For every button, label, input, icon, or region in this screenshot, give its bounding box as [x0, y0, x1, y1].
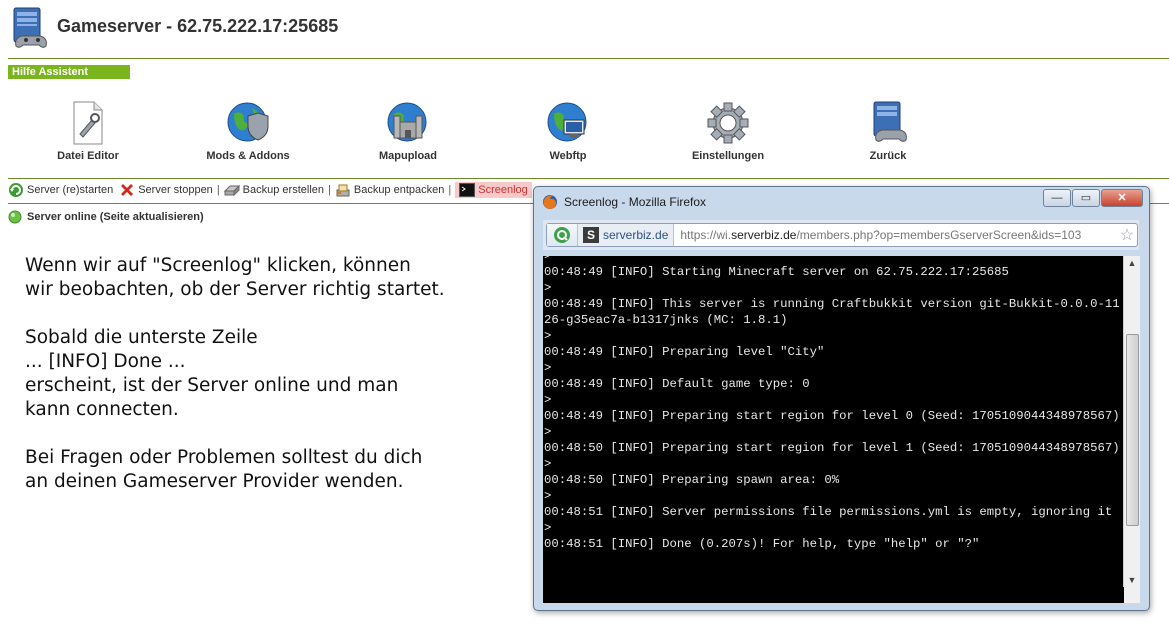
- firefox-icon: [543, 195, 557, 209]
- tool-label: Mods & Addons: [206, 150, 290, 162]
- site-identity[interactable]: S serverbiz.de: [578, 224, 675, 246]
- server-status[interactable]: Server online (Seite aktualisieren): [8, 210, 204, 224]
- site-name: serverbiz.de: [603, 228, 669, 242]
- window-title: Screenlog - Mozilla Firefox: [564, 195, 707, 209]
- screenlog-link[interactable]: Screenlog: [455, 182, 532, 198]
- console-line: >: [544, 521, 552, 535]
- console-line: >: [544, 489, 552, 503]
- tool-file-editor[interactable]: Datei Editor: [28, 100, 148, 162]
- restart-label: Server (re)starten: [27, 184, 114, 196]
- tool-mods-addons[interactable]: Mods & Addons: [188, 100, 308, 162]
- url-field[interactable]: S serverbiz.de https://wi.serverbiz.de/m…: [546, 223, 1138, 247]
- tool-einstellungen[interactable]: Einstellungen: [668, 100, 788, 162]
- screenlog-browser-window: Screenlog - Mozilla Firefox — ▭ ✕ S serv…: [533, 186, 1150, 611]
- close-button[interactable]: ✕: [1101, 189, 1143, 207]
- backup-unpack-icon: [336, 184, 350, 197]
- console-line: 00:48:51 [INFO] Server permissions file …: [544, 505, 1113, 519]
- restart-icon: [9, 183, 23, 197]
- help-assistant-link[interactable]: Hilfe Assistent: [8, 65, 130, 79]
- tool-label: Mapupload: [378, 150, 438, 162]
- gameserver-computer-icon: [873, 101, 907, 142]
- screenlog-label: Screenlog: [478, 184, 528, 196]
- file-editor-icon: [73, 101, 103, 145]
- globe-castle-icon: [387, 102, 427, 142]
- globe-monitor-icon: [547, 102, 587, 142]
- explanation-paragraph-3: Bei Fragen oder Problemen solltest du di…: [25, 447, 423, 492]
- create-backup-link[interactable]: Backup erstellen: [223, 182, 324, 198]
- explanation-paragraph-2: Sobald die unterste Zeile ... [INFO] Don…: [25, 327, 399, 420]
- console-scrollbar[interactable]: ▲ ▼: [1123, 256, 1140, 587]
- console-line: 00:48:50 [INFO] Preparing spawn area: 0%: [544, 473, 840, 487]
- status-text: Server online (Seite aktualisieren): [27, 211, 204, 223]
- console-line: 00:48:49 [INFO] Starting Minecraft serve…: [544, 265, 1009, 279]
- tool-webftp[interactable]: Webftp: [508, 100, 628, 162]
- terminal-icon: [459, 183, 476, 197]
- site-q-icon: [554, 227, 570, 243]
- console-line: >: [544, 329, 552, 343]
- backup-drive-icon: [223, 184, 240, 197]
- console-line: >: [544, 281, 552, 295]
- status-dot-icon: [8, 210, 22, 224]
- page-title: Gameserver - 62.75.222.17:25685: [57, 16, 339, 36]
- url-domain: serverbiz.de: [731, 228, 797, 242]
- console-line: >: [544, 256, 552, 263]
- actions-top-divider: [8, 178, 1169, 179]
- explanation-paragraph-1: Wenn wir auf "Screenlog" klicken, können…: [25, 255, 445, 300]
- console-line: 00:48:49 [INFO] Preparing start region f…: [544, 409, 1120, 423]
- console-line: 00:48:50 [INFO] Preparing start region f…: [544, 441, 1120, 455]
- window-controls: — ▭ ✕: [1043, 189, 1143, 207]
- backup-unpack-label: Backup entpacken: [353, 184, 445, 196]
- explanation-text: Wenn wir auf "Screenlog" klicken, können…: [25, 254, 505, 518]
- stop-server-link[interactable]: Server stoppen: [119, 182, 213, 198]
- window-titlebar[interactable]: Screenlog - Mozilla Firefox: [542, 193, 706, 211]
- url-prefix: https://wi.: [680, 228, 732, 242]
- tool-label: Einstellungen: [691, 150, 765, 162]
- console-output: >00:48:49 [INFO] Starting Minecraft serv…: [544, 256, 1124, 552]
- scroll-down-arrow-icon[interactable]: ▼: [1124, 573, 1140, 587]
- console-line: >: [544, 425, 552, 439]
- tool-label: Webftp: [549, 150, 587, 162]
- console-line: 00:48:49 [INFO] Preparing level "City": [544, 345, 825, 359]
- bookmark-star-icon[interactable]: ☆: [1117, 225, 1137, 245]
- tool-mapupload[interactable]: Mapupload: [348, 100, 468, 162]
- gear-icon: [707, 102, 749, 144]
- backup-create-label: Backup erstellen: [242, 184, 324, 196]
- console-line: 00:48:49 [INFO] Default game type: 0: [544, 377, 810, 391]
- console-line: 00:48:51 [INFO] Done (0.207s)! For help,…: [544, 537, 980, 551]
- tool-zurueck[interactable]: Zurück: [828, 100, 948, 162]
- restart-server-link[interactable]: Server (re)starten: [8, 182, 113, 198]
- server-action-bar: Server (re)starten Server stoppen | Back…: [8, 181, 532, 199]
- site-favicon: S: [583, 227, 599, 243]
- separator: |: [328, 184, 331, 196]
- site-button[interactable]: [547, 224, 578, 246]
- separator: |: [448, 184, 452, 196]
- tool-label: Datei Editor: [57, 150, 119, 162]
- tool-label: Zurück: [869, 150, 907, 162]
- minimize-button[interactable]: —: [1043, 189, 1071, 207]
- url-path: /members.php?op=membersGserverScreen&ids…: [796, 228, 1082, 242]
- stop-x-icon: [121, 184, 134, 196]
- maximize-button[interactable]: ▭: [1072, 189, 1100, 207]
- url-text: https://wi.serverbiz.de/members.php?op=m…: [680, 228, 1117, 242]
- console-line: >: [544, 393, 552, 407]
- scroll-up-arrow-icon[interactable]: ▲: [1124, 256, 1140, 270]
- separator: |: [216, 184, 220, 196]
- address-bar-area: S serverbiz.de https://wi.serverbiz.de/m…: [543, 220, 1139, 250]
- console-line: 00:48:49 [INFO] This server is running C…: [544, 297, 1120, 327]
- screenlog-console: >00:48:49 [INFO] Starting Minecraft serv…: [543, 256, 1140, 603]
- header-divider: [8, 58, 1169, 59]
- console-line: >: [544, 361, 552, 375]
- scroll-thumb[interactable]: [1126, 334, 1139, 526]
- unpack-backup-link[interactable]: Backup entpacken: [335, 182, 445, 198]
- gameserver-logo-icon: [8, 6, 52, 50]
- console-line: >: [544, 457, 552, 471]
- stop-label: Server stoppen: [138, 184, 213, 196]
- resize-grip-icon[interactable]: [1124, 587, 1140, 603]
- globe-shield-icon: [227, 102, 269, 142]
